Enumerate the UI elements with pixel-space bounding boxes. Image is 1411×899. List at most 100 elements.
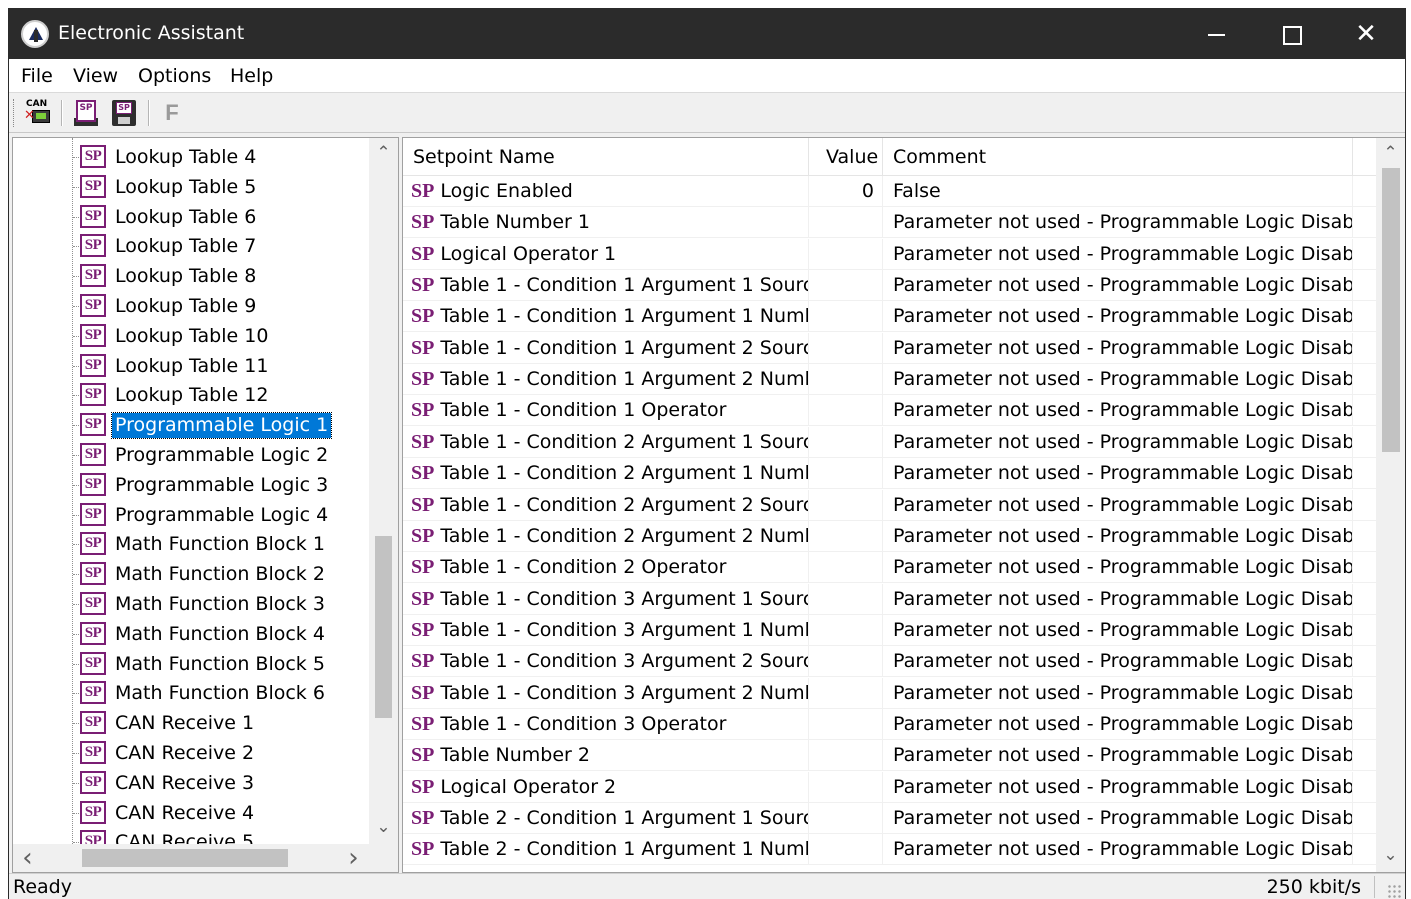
table-row[interactable]: SP Table 1 - Condition 2 Operator Paramete…: [403, 552, 1376, 584]
grid-vertical-scrollbar[interactable]: ⌃ ⌄: [1376, 138, 1405, 872]
table-row[interactable]: SP Table 1 - Condition 1 Argument 2 Sourc…: [403, 332, 1376, 364]
table-row[interactable]: SP Table 1 - Condition 2 Argument 2 Sourc…: [403, 489, 1376, 521]
maximize-button[interactable]: [1254, 9, 1328, 59]
open-setpoints-button[interactable]: SP: [71, 99, 101, 127]
tree-vertical-scrollbar[interactable]: ⌃ ⌄: [369, 138, 398, 844]
table-row[interactable]: SP Table 1 - Condition 3 Argument 1 Sourc…: [403, 583, 1376, 615]
toolbar: CAN ✕ SP SP F: [9, 93, 1405, 133]
table-row[interactable]: SP Table 1 - Condition 1 Argument 2 Numbe…: [403, 364, 1376, 396]
setpoint-value-cell[interactable]: [809, 395, 883, 427]
tree-item[interactable]: SP Math Function Block 4: [13, 619, 369, 649]
menu-file[interactable]: File: [21, 65, 53, 87]
scroll-right-icon[interactable]: ›: [339, 845, 368, 871]
menu-help[interactable]: Help: [230, 65, 273, 87]
menu-view[interactable]: View: [73, 65, 118, 87]
toolbar-grip[interactable]: [13, 99, 16, 127]
tree-hscroll-thumb[interactable]: [82, 849, 288, 867]
tree-item[interactable]: SP Lookup Table 7: [13, 231, 369, 261]
tree-item[interactable]: SP Math Function Block 6: [13, 678, 369, 708]
table-row[interactable]: SP Logical Operator 1 Parameter not used -…: [403, 238, 1376, 270]
table-row[interactable]: SP Table 2 - Condition 1 Argument 1 Sourc…: [403, 803, 1376, 834]
setpoint-value-cell[interactable]: [809, 834, 883, 866]
tree-horizontal-scrollbar[interactable]: ‹ ›: [13, 844, 369, 872]
tree-item[interactable]: SP Math Function Block 1: [13, 529, 369, 559]
setpoint-value-cell[interactable]: [809, 489, 883, 521]
setpoint-value-cell[interactable]: 0: [809, 176, 883, 207]
setpoint-value-cell[interactable]: [809, 552, 883, 584]
setpoint-value-cell[interactable]: [809, 426, 883, 458]
column-header-setpoint-name[interactable]: Setpoint Name: [403, 138, 809, 176]
tree-item[interactable]: SP Programmable Logic 2: [13, 440, 369, 470]
table-row[interactable]: SP Table 1 - Condition 1 Operator Paramete…: [403, 395, 1376, 427]
setpoint-value-cell[interactable]: [809, 270, 883, 302]
tree-item[interactable]: SP Lookup Table 6: [13, 202, 369, 232]
table-row[interactable]: SP Table 1 - Condition 3 Argument 1 Numbe…: [403, 614, 1376, 646]
tree-item[interactable]: SP Math Function Block 2: [13, 559, 369, 589]
table-row[interactable]: SP Logic Enabled 0 False: [403, 176, 1376, 207]
scroll-up-icon[interactable]: ⌃: [1376, 140, 1405, 166]
menu-options[interactable]: Options: [138, 65, 211, 87]
table-row[interactable]: SP Table 1 - Condition 2 Argument 2 Numbe…: [403, 520, 1376, 552]
setpoint-comment-cell: Parameter not used - Programmable Logic …: [883, 708, 1353, 740]
tree-item[interactable]: SP Lookup Table 10: [13, 321, 369, 351]
tree-item[interactable]: SP Lookup Table 9: [13, 291, 369, 321]
table-row[interactable]: SP Table Number 1 Parameter not used - Pro…: [403, 207, 1376, 239]
tree-item[interactable]: SP CAN Receive 3: [13, 768, 369, 798]
save-setpoints-button[interactable]: SP: [109, 99, 139, 127]
setpoint-value-cell[interactable]: [809, 583, 883, 615]
setpoint-value-cell[interactable]: [809, 520, 883, 552]
column-header-value[interactable]: Value: [809, 138, 883, 176]
setpoint-value-cell[interactable]: [809, 771, 883, 803]
scroll-left-icon[interactable]: ‹: [13, 845, 42, 871]
setpoint-value-cell[interactable]: [809, 646, 883, 678]
tree-item[interactable]: SP Programmable Logic 3: [13, 470, 369, 500]
tree-item[interactable]: SP Lookup Table 12: [13, 380, 369, 410]
column-header-comment[interactable]: Comment: [883, 138, 1353, 176]
minimize-button[interactable]: [1179, 9, 1253, 59]
scroll-up-icon[interactable]: ⌃: [369, 140, 398, 166]
table-row[interactable]: SP Logical Operator 2 Parameter not used -…: [403, 771, 1376, 803]
table-row[interactable]: SP Table Number 2 Parameter not used - Pro…: [403, 740, 1376, 772]
table-row[interactable]: SP Table 2 - Condition 1 Argument 1 Numbe…: [403, 834, 1376, 866]
table-row[interactable]: SP Table 1 - Condition 1 Argument 1 Sourc…: [403, 270, 1376, 302]
tree-item[interactable]: SP Lookup Table 8: [13, 261, 369, 291]
tree-item[interactable]: SP CAN Receive 4: [13, 798, 369, 828]
tree-item[interactable]: SP Programmable Logic 1: [13, 410, 369, 440]
tree-item[interactable]: SP Lookup Table 11: [13, 351, 369, 381]
setpoint-value-cell[interactable]: [809, 364, 883, 396]
setpoint-value-cell[interactable]: [809, 614, 883, 646]
setpoint-value-cell[interactable]: [809, 740, 883, 772]
setpoint-value-cell[interactable]: [809, 677, 883, 709]
setpoint-comment-cell: Parameter not used - Programmable Logic …: [883, 614, 1353, 646]
grid-scroll-thumb[interactable]: [1382, 168, 1400, 452]
tree-item[interactable]: SP Math Function Block 5: [13, 649, 369, 679]
tree-item[interactable]: SP CAN Receive 5: [13, 827, 369, 844]
tree-scroll-thumb[interactable]: [375, 536, 392, 718]
title-bar[interactable]: Electronic Assistant ✕: [9, 9, 1405, 59]
tree-item[interactable]: SP CAN Receive 1: [13, 708, 369, 738]
close-button[interactable]: ✕: [1329, 9, 1403, 59]
tree-item[interactable]: SP CAN Receive 2: [13, 738, 369, 768]
tree-item[interactable]: SP Lookup Table 5: [13, 172, 369, 202]
setpoint-value-cell[interactable]: [809, 207, 883, 239]
tree-item[interactable]: SP Programmable Logic 4: [13, 500, 369, 530]
tree-item[interactable]: SP Math Function Block 3: [13, 589, 369, 619]
setpoint-value-cell[interactable]: [809, 332, 883, 364]
tree-item[interactable]: SP Lookup Table 4: [13, 142, 369, 172]
can-connect-button[interactable]: CAN ✕: [23, 99, 53, 127]
table-row[interactable]: SP Table 1 - Condition 3 Argument 2 Numbe…: [403, 677, 1376, 709]
resize-grip-icon[interactable]: [1387, 884, 1401, 898]
setpoint-value-cell[interactable]: [809, 708, 883, 740]
table-row[interactable]: SP Table 1 - Condition 3 Operator Paramete…: [403, 708, 1376, 740]
setpoint-value-cell[interactable]: [809, 803, 883, 834]
table-row[interactable]: SP Table 1 - Condition 3 Argument 2 Sourc…: [403, 646, 1376, 678]
table-row[interactable]: SP Table 1 - Condition 2 Argument 1 Numbe…: [403, 458, 1376, 490]
table-row[interactable]: SP Table 1 - Condition 1 Argument 1 Numbe…: [403, 301, 1376, 333]
scroll-down-icon[interactable]: ⌄: [1376, 842, 1405, 868]
setpoint-value-cell[interactable]: [809, 238, 883, 270]
setpoint-value-cell[interactable]: [809, 458, 883, 490]
flash-button[interactable]: F: [157, 99, 187, 127]
scroll-down-icon[interactable]: ⌄: [369, 814, 398, 840]
table-row[interactable]: SP Table 1 - Condition 2 Argument 1 Sourc…: [403, 426, 1376, 458]
setpoint-value-cell[interactable]: [809, 301, 883, 333]
